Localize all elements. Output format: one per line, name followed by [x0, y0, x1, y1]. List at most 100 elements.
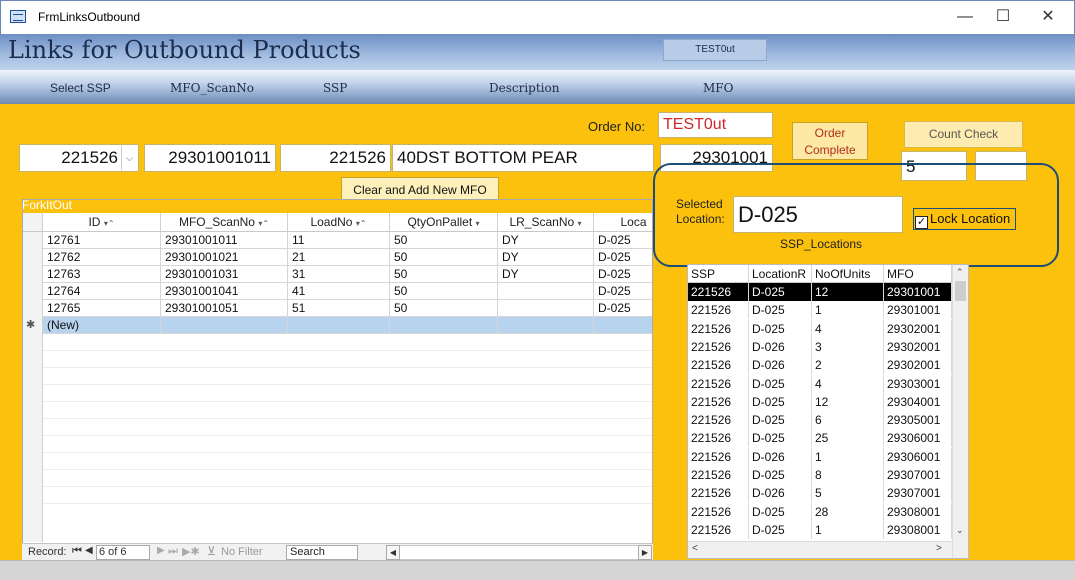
- list-cell[interactable]: 221526: [688, 301, 749, 320]
- list-cell[interactable]: 221526: [688, 520, 749, 539]
- list-cell[interactable]: 5: [812, 484, 884, 503]
- checkbox-check-icon[interactable]: ✓: [915, 216, 928, 229]
- list-cell[interactable]: 29308001: [884, 502, 952, 521]
- list-cell[interactable]: D-025: [749, 319, 812, 338]
- list-cell[interactable]: 221526: [688, 319, 749, 338]
- list-cell[interactable]: 28: [812, 502, 884, 521]
- vertical-scrollbar[interactable]: ⌃ ⌄: [952, 265, 968, 558]
- list-header[interactable]: MFO: [884, 265, 952, 283]
- list-cell[interactable]: 29306001: [884, 429, 952, 448]
- list-cell[interactable]: 29307001: [884, 484, 952, 503]
- record-number-field[interactable]: 6 of 6: [96, 545, 150, 560]
- table-cell[interactable]: 11: [288, 232, 390, 249]
- list-cell[interactable]: 29307001: [884, 466, 952, 484]
- lock-location-checkbox[interactable]: ✓ Lock Location: [913, 208, 1016, 230]
- table-cell[interactable]: 29301001051: [161, 300, 288, 317]
- list-cell[interactable]: 12: [812, 392, 884, 411]
- select-all-corner[interactable]: [23, 213, 43, 232]
- list-cell[interactable]: D-025: [749, 283, 812, 301]
- list-cell[interactable]: D-026: [749, 447, 812, 466]
- list-cell[interactable]: 29306001: [884, 447, 952, 466]
- list-cell[interactable]: 29302001: [884, 319, 952, 338]
- list-cell[interactable]: D-025: [749, 429, 812, 448]
- table-cell[interactable]: 31: [288, 266, 390, 283]
- list-cell[interactable]: 221526: [688, 374, 749, 393]
- datasheet-header[interactable]: Loca: [594, 213, 652, 232]
- sort-filter-icon[interactable]: ▾: [476, 219, 480, 228]
- list-cell[interactable]: 221526: [688, 283, 749, 301]
- search-input[interactable]: Search: [286, 545, 358, 560]
- maximize-button[interactable]: ☐: [980, 4, 1026, 30]
- sort-filter-icon[interactable]: ▾⌃: [356, 219, 367, 228]
- next-record-icon[interactable]: ▶: [157, 545, 165, 556]
- datasheet-header[interactable]: LoadNo ▾⌃: [288, 213, 390, 232]
- list-cell[interactable]: D-026: [749, 337, 812, 356]
- sort-filter-icon[interactable]: ▾: [578, 219, 582, 228]
- chevron-down-icon[interactable]: ⌵: [121, 146, 137, 170]
- table-cell[interactable]: 51: [288, 300, 390, 317]
- table-cell[interactable]: D-025: [594, 266, 652, 283]
- table-cell[interactable]: [498, 300, 594, 317]
- list-cell[interactable]: 29301001: [884, 301, 952, 320]
- list-cell[interactable]: 29303001: [884, 374, 952, 393]
- list-cell[interactable]: D-025: [749, 466, 812, 484]
- list-cell[interactable]: D-025: [749, 502, 812, 521]
- list-cell[interactable]: 29308001: [884, 520, 952, 539]
- horizontal-scrollbar[interactable]: [386, 545, 652, 560]
- table-cell[interactable]: D-025: [594, 232, 652, 249]
- table-cell[interactable]: 12761: [43, 232, 161, 249]
- scroll-up-icon[interactable]: ⌃: [956, 267, 964, 278]
- table-cell[interactable]: [498, 283, 594, 300]
- list-cell[interactable]: 25: [812, 429, 884, 448]
- list-cell[interactable]: 12: [812, 283, 884, 301]
- list-cell[interactable]: 2: [812, 356, 884, 375]
- table-cell[interactable]: [594, 317, 652, 334]
- list-cell[interactable]: 221526: [688, 337, 749, 356]
- list-cell[interactable]: 6: [812, 411, 884, 430]
- table-cell[interactable]: 50: [390, 283, 498, 300]
- sort-filter-icon[interactable]: ▾⌃: [104, 219, 115, 228]
- table-cell[interactable]: 21: [288, 249, 390, 266]
- scroll-thumb[interactable]: [955, 281, 966, 301]
- datasheet-header[interactable]: QtyOnPallet ▾: [390, 213, 498, 232]
- selected-location-field[interactable]: D-025: [733, 196, 903, 233]
- ssp-field[interactable]: 221526: [280, 144, 391, 172]
- list-cell[interactable]: 221526: [688, 484, 749, 503]
- list-cell[interactable]: 221526: [688, 502, 749, 521]
- list-cell[interactable]: D-025: [749, 301, 812, 320]
- list-cell[interactable]: 221526: [688, 356, 749, 375]
- list-cell[interactable]: 221526: [688, 466, 749, 484]
- table-cell[interactable]: 50: [390, 249, 498, 266]
- table-cell[interactable]: DY: [498, 232, 594, 249]
- list-cell[interactable]: 4: [812, 374, 884, 393]
- table-cell[interactable]: 50: [390, 300, 498, 317]
- list-cell[interactable]: 1: [812, 301, 884, 320]
- order-no-field[interactable]: TEST0ut: [658, 112, 773, 138]
- table-cell[interactable]: 29301001031: [161, 266, 288, 283]
- table-cell[interactable]: 29301001041: [161, 283, 288, 300]
- list-cell[interactable]: D-025: [749, 374, 812, 393]
- list-scroll-right-icon[interactable]: >: [936, 543, 942, 554]
- table-cell[interactable]: DY: [498, 249, 594, 266]
- table-cell[interactable]: [161, 317, 288, 334]
- table-cell[interactable]: 29301001011: [161, 232, 288, 249]
- table-cell[interactable]: 12764: [43, 283, 161, 300]
- list-header[interactable]: NoOfUnits: [812, 265, 884, 283]
- scroll-down-icon[interactable]: ⌄: [956, 525, 964, 536]
- list-horizontal-scrollbar[interactable]: < >: [688, 541, 952, 558]
- sort-filter-icon[interactable]: ▾⌃: [258, 219, 269, 228]
- order-complete-button[interactable]: Order Complete: [792, 122, 868, 160]
- list-cell[interactable]: D-025: [749, 392, 812, 411]
- ssp-locations-list[interactable]: SSP LocationR NoOfUnits MFO 221526 D-025 12 293…: [687, 264, 969, 559]
- table-cell[interactable]: D-025: [594, 300, 652, 317]
- prev-record-icon[interactable]: ◀: [85, 545, 93, 556]
- table-cell[interactable]: DY: [498, 266, 594, 283]
- list-cell[interactable]: 3: [812, 337, 884, 356]
- table-cell[interactable]: 50: [390, 266, 498, 283]
- list-header[interactable]: LocationR: [749, 265, 812, 283]
- list-cell[interactable]: 29302001: [884, 356, 952, 375]
- list-cell[interactable]: 29305001: [884, 411, 952, 430]
- table-cell[interactable]: D-025: [594, 249, 652, 266]
- count-check-button[interactable]: Count Check: [904, 121, 1023, 148]
- close-button[interactable]: ✕: [1025, 4, 1071, 30]
